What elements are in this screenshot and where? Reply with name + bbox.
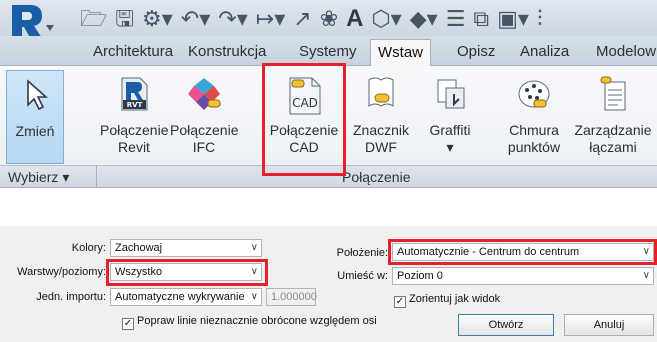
link-panel-label: Połączenie <box>342 169 411 185</box>
undo-icon[interactable]: ↶▾ <box>181 6 210 32</box>
dwf-markup-button[interactable]: Znacznik DWF <box>346 70 416 164</box>
highlight-position <box>388 239 657 265</box>
graffiti-button[interactable]: Graffiti ▾ <box>420 70 480 164</box>
dwf-markup-icon <box>368 77 394 107</box>
tab-opisz[interactable]: Opisz <box>457 41 495 66</box>
close-hidden-icon[interactable]: ⧉ <box>473 6 489 32</box>
tab-modelow[interactable]: Modelow <box>596 41 656 66</box>
point-cloud-button[interactable]: Chmura punktów <box>498 70 570 164</box>
colors-label: Kolory: <box>71 242 106 254</box>
tab-konstrukcja[interactable]: Konstrukcja <box>188 41 266 66</box>
cancel-button[interactable]: Anuluj <box>564 314 654 336</box>
ribbon-tabs: Architektura Konstrukcja Systemy Wstaw O… <box>0 36 657 67</box>
tab-architektura[interactable]: Architektura <box>93 41 173 66</box>
tag-icon[interactable]: ❀ <box>320 6 338 32</box>
dimension-icon[interactable]: ↗ <box>293 6 311 32</box>
tab-analiza[interactable]: Analiza <box>520 41 569 66</box>
dwf-markup-label: Znacznik DWF <box>352 122 410 155</box>
highlight-layers <box>106 259 268 286</box>
import-units-label: Jedn. importu: <box>36 291 106 303</box>
ifc-link-icon <box>188 78 221 110</box>
cursor-arrow-icon <box>27 79 49 111</box>
tab-wstaw[interactable]: Wstaw <box>370 39 431 67</box>
import-scale-field[interactable]: 1.000000 <box>266 288 317 306</box>
thin-lines-icon[interactable]: ☰ <box>446 6 466 32</box>
measure-icon[interactable]: ↦▾ <box>256 6 285 32</box>
import-units-combo[interactable]: Automatyczne wykrywanie ∨ <box>110 288 262 306</box>
panel-separator <box>96 166 97 188</box>
text-icon[interactable]: A <box>346 6 363 32</box>
rvt-badge: RVT <box>127 101 143 109</box>
place-at-combo[interactable]: Poziom 0 ∨ <box>392 267 654 285</box>
open-button[interactable]: Otwórz <box>458 314 554 336</box>
orient-to-view-checkbox[interactable]: ✓ Zorientuj jak widok <box>394 292 500 308</box>
graffiti-label: Graffiti ▾ <box>429 122 471 155</box>
save-icon[interactable]: 🖫 <box>115 6 134 32</box>
modify-label: Zmień <box>15 123 55 139</box>
redo-icon[interactable]: ↷▾ <box>218 6 247 32</box>
customize-qat-icon[interactable]: ⫶ <box>537 6 543 32</box>
chevron-down-icon: ∨ <box>250 242 258 253</box>
link-revit-button[interactable]: RVT Połączenie Revit <box>100 70 169 164</box>
check-icon: ✓ <box>394 296 406 308</box>
switch-windows-icon[interactable]: ▣▾ <box>497 6 529 32</box>
manage-links-icon <box>600 76 626 111</box>
link-revit-label: Połączenie Revit <box>100 122 169 155</box>
position-label: Położenie: <box>336 247 388 259</box>
quick-access-toolbar: 🗁 🖫 ⚙▾ ↶▾ ↷▾ ↦▾ ↗ ❀ A ⬡▾ ◆▾ ☰ ⧉ ▣▾ ⫶ <box>0 0 657 41</box>
open-folder-icon[interactable]: 🗁 <box>80 6 107 32</box>
revit-link-icon: RVT <box>121 77 148 111</box>
point-cloud-label: Chmura punktów <box>507 122 561 155</box>
modify-button[interactable]: Zmień <box>6 70 64 164</box>
check-icon: ✓ <box>122 318 134 330</box>
link-ifc-button[interactable]: Połączenie IFC <box>170 70 239 164</box>
point-cloud-icon <box>518 80 550 108</box>
graffiti-dropdown-icon[interactable]: ▾ <box>446 139 453 155</box>
layers-label: Warstwy/poziomy: <box>17 266 106 278</box>
sync-icon[interactable]: ⚙▾ <box>142 6 173 32</box>
chevron-down-icon: ▾ <box>62 169 70 185</box>
fix-lines-checkbox[interactable]: ✓ Popraw linie nieznacznie obrócone wzglę… <box>122 314 377 330</box>
select-panel-label[interactable]: Wybierz ▾ <box>8 168 69 186</box>
graffiti-icon <box>437 79 465 109</box>
link-ifc-label: Połączenie IFC <box>170 122 239 155</box>
place-at-label: Umieść w: <box>337 270 388 282</box>
highlight-cad-link <box>262 63 346 176</box>
manage-links-label: Zarządzanie łączami <box>574 122 652 155</box>
3d-view-icon[interactable]: ⬡▾ <box>371 6 401 32</box>
section-icon[interactable]: ◆▾ <box>410 6 438 32</box>
chevron-down-icon: ∨ <box>642 270 650 281</box>
colors-combo[interactable]: Zachowaj ∨ <box>110 239 262 257</box>
manage-links-button[interactable]: Zarządzanie łączami <box>572 70 654 164</box>
chevron-down-icon: ∨ <box>250 291 258 302</box>
